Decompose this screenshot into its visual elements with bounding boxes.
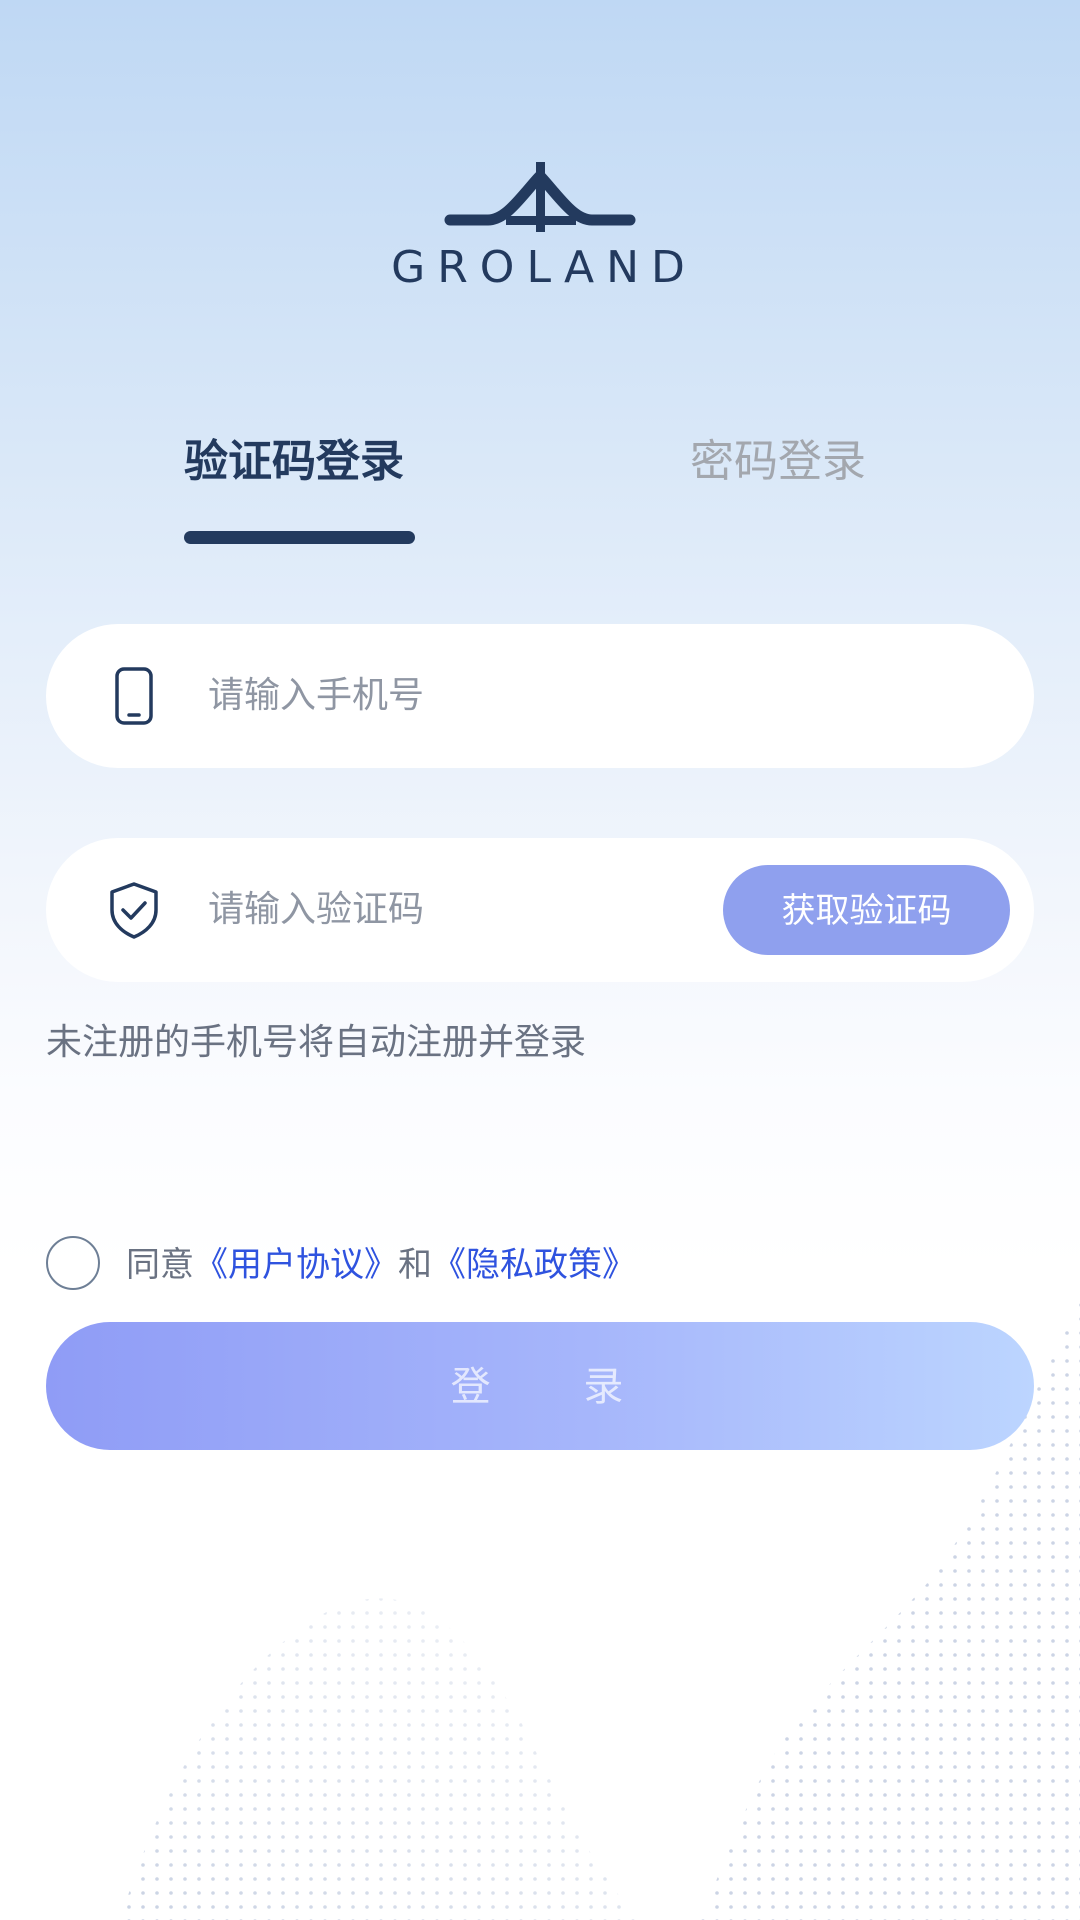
verification-code-input[interactable]: [208, 884, 688, 936]
phone-field[interactable]: [46, 624, 1034, 768]
agreement-prefix: 同意: [126, 1245, 194, 1285]
tab-password-login[interactable]: 密码登录: [690, 432, 866, 492]
verification-code-field[interactable]: 获取验证码: [46, 838, 1034, 982]
agreement-conjunction: 和: [398, 1245, 432, 1285]
tab-sms-login[interactable]: 验证码登录: [184, 432, 404, 492]
privacy-policy-link[interactable]: 《隐私政策》: [432, 1245, 636, 1285]
shield-check-icon: [102, 878, 166, 942]
phone-icon: [102, 664, 166, 728]
phone-input[interactable]: [208, 670, 728, 722]
login-button[interactable]: 登 录: [46, 1322, 1034, 1450]
agreement-checkbox[interactable]: [46, 1236, 100, 1290]
tab-active-indicator: [184, 531, 415, 544]
user-agreement-link[interactable]: 《用户协议》: [194, 1245, 398, 1285]
groland-logo: GROLAND: [380, 158, 700, 298]
agreement-text: 同意《用户协议》和《隐私政策》: [126, 1240, 636, 1290]
groland-logo-mark: [444, 162, 636, 232]
get-code-button[interactable]: 获取验证码: [723, 865, 1010, 955]
auto-register-hint: 未注册的手机号将自动注册并登录: [46, 1022, 587, 1063]
brand-wordmark: GROLAND: [391, 242, 697, 293]
